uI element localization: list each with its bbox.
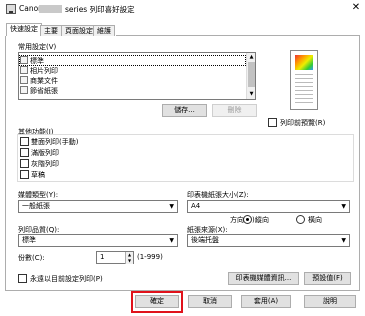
landscape-label: 橫向 — [308, 216, 322, 224]
scroll-thumb[interactable] — [248, 62, 255, 87]
chevron-down-icon: ▼ — [341, 237, 346, 244]
tab-main[interactable]: 主要 — [40, 25, 62, 36]
paper-size-value: A4 — [191, 202, 201, 210]
landscape-radio[interactable] — [296, 215, 305, 224]
window-title: series 列印喜好設定 — [65, 5, 135, 14]
list-item[interactable]: 節省紙張 — [20, 86, 245, 95]
preview-before-print-checkbox[interactable] — [268, 118, 277, 127]
tab-quick-setup[interactable]: 快速設定 — [6, 23, 42, 36]
page-preview — [290, 50, 318, 110]
paper-source-value: 後端托盤 — [191, 236, 219, 244]
copies-label: 份數(C): — [18, 254, 45, 262]
grayscale-label: 灰階列印 — [31, 160, 59, 168]
ok-button[interactable]: 確定 — [135, 295, 179, 308]
save-button[interactable]: 儲存... — [162, 104, 207, 117]
printer-media-info-button[interactable]: 印表機媒體資訊... — [228, 272, 299, 285]
tab-page-setup[interactable]: 頁面設定 — [61, 25, 97, 36]
always-print-label: 永遠以目前設定列印(P) — [30, 275, 103, 283]
list-scrollbar[interactable]: ▲ ▼ — [246, 53, 255, 99]
always-print-checkbox[interactable] — [18, 274, 27, 283]
preview-before-print-label: 列印前預覽(R) — [280, 119, 326, 127]
common-settings-label: 常用設定(V) — [18, 43, 57, 51]
common-settings-list[interactable]: 標準 相片列印 商業文件 節省紙張 — [18, 52, 256, 100]
help-button[interactable]: 說明 — [304, 295, 356, 308]
duplex-checkbox[interactable] — [20, 137, 29, 146]
paper-source-dropdown[interactable]: 後端托盤 ▼ — [187, 234, 350, 247]
paper-size-label: 印表機紙張大小(Z): — [187, 191, 249, 199]
close-icon[interactable]: ✕ — [350, 2, 362, 14]
list-item[interactable]: 商業文件 — [20, 76, 245, 85]
paper-saving-icon — [20, 86, 28, 94]
portrait-radio[interactable] — [243, 215, 252, 224]
draft-checkbox[interactable] — [20, 170, 29, 179]
stepper-down-icon[interactable]: ▼ — [125, 258, 133, 264]
copies-stepper[interactable]: 1 ▲ ▼ — [96, 251, 134, 264]
copies-range: (1-999) — [137, 253, 163, 261]
draft-label: 草稿 — [31, 171, 45, 179]
list-item[interactable]: 相片列印 — [20, 66, 245, 75]
portrait-label: 縱向 — [255, 216, 269, 224]
business-doc-icon — [20, 76, 28, 84]
media-type-label: 媒體類型(Y): — [18, 191, 59, 199]
cancel-button[interactable]: 取消 — [188, 295, 232, 308]
tab-maintenance[interactable]: 維護 — [93, 25, 115, 36]
chevron-down-icon: ▼ — [341, 203, 346, 210]
borderless-checkbox[interactable] — [20, 148, 29, 157]
printer-icon — [6, 4, 16, 14]
copies-value: 1 — [100, 253, 105, 261]
print-quality-value: 標準 — [22, 236, 36, 244]
media-type-value: 一般紙張 — [22, 202, 50, 210]
preview-image — [295, 55, 313, 70]
media-type-dropdown[interactable]: 一般紙張 ▼ — [18, 200, 178, 213]
paper-size-dropdown[interactable]: A4 ▼ — [187, 200, 350, 213]
chevron-down-icon: ▼ — [169, 237, 174, 244]
list-item[interactable]: 標準 — [19, 55, 246, 66]
apply-button[interactable]: 套用(A) — [241, 295, 291, 308]
print-quality-dropdown[interactable]: 標準 ▼ — [18, 234, 178, 247]
scroll-down-icon[interactable]: ▼ — [248, 91, 255, 98]
borderless-label: 滿版列印 — [31, 149, 59, 157]
standard-icon — [20, 56, 28, 64]
grayscale-checkbox[interactable] — [20, 159, 29, 168]
duplex-label: 雙面列印(手動) — [31, 138, 79, 146]
chevron-down-icon: ▼ — [169, 203, 174, 210]
photo-icon — [20, 66, 28, 74]
scroll-up-icon[interactable]: ▲ — [248, 54, 255, 61]
model-name-redaction — [39, 5, 62, 13]
defaults-button[interactable]: 預設值(F) — [304, 272, 351, 285]
delete-button[interactable]: 刪除 — [212, 104, 257, 117]
